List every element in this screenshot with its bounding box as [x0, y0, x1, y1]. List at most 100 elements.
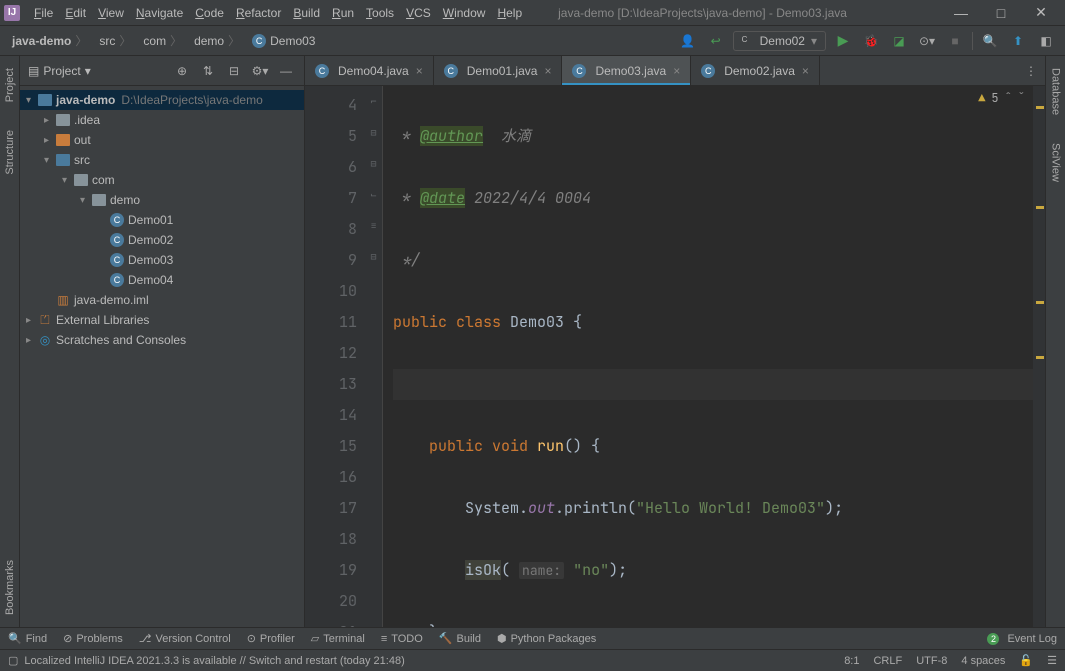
- project-panel: ▤ Project ▾ ⊕ ⇅ ⊟ ⚙▾ — ▾java-demoD:\Idea…: [20, 56, 305, 627]
- memory-icon[interactable]: ☰: [1047, 654, 1057, 667]
- marker-strip[interactable]: [1033, 86, 1045, 627]
- terminal-tool[interactable]: ▱ Terminal: [311, 632, 365, 645]
- tabs-menu-icon[interactable]: ⋮: [1017, 56, 1045, 85]
- vcs-tool[interactable]: ⎇ Version Control: [139, 632, 231, 645]
- inspection-status[interactable]: ▲ 5 ˆ ˇ: [978, 90, 1025, 106]
- tab-demo02-java[interactable]: CDemo02.java×: [691, 56, 820, 85]
- project-tree: ▾java-demoD:\IdeaProjects\java-demo ▸.id…: [20, 86, 304, 354]
- menu-edit[interactable]: Edit: [59, 3, 92, 23]
- tab-demo01-java[interactable]: CDemo01.java×: [434, 56, 563, 85]
- close-tab-icon[interactable]: ×: [802, 64, 809, 78]
- title-bar: IJ FileEditViewNavigateCodeRefactorBuild…: [0, 0, 1065, 26]
- project-tool-tab[interactable]: Project: [2, 64, 18, 106]
- search-button[interactable]: 🔍: [979, 30, 1001, 52]
- breadcrumb-com[interactable]: com〉: [139, 30, 190, 51]
- tree-demo04[interactable]: CDemo04: [20, 270, 304, 290]
- collapse-all-icon[interactable]: ⊟: [224, 61, 244, 81]
- ide-settings-icon[interactable]: ◧: [1035, 30, 1057, 52]
- tree-demo01[interactable]: CDemo01: [20, 210, 304, 230]
- status-message[interactable]: Localized IntelliJ IDEA 2021.3.3 is avai…: [24, 655, 404, 667]
- warning-icon: ▲: [978, 90, 985, 106]
- close-tab-icon[interactable]: ×: [673, 64, 680, 78]
- editor-tabs: CDemo04.java×CDemo01.java×CDemo03.java×C…: [305, 56, 1045, 86]
- hide-tool-windows-icon[interactable]: ▢: [8, 654, 18, 667]
- tree-external-libs[interactable]: ▸⏍External Libraries: [20, 310, 304, 330]
- code-editor[interactable]: 456789101112131415161718192021 ⌐⊟⊟⌙≡⊟ * …: [305, 86, 1045, 627]
- code-content[interactable]: * @author 水滴 * @date 2022/4/4 0004 */ pu…: [383, 86, 1033, 627]
- fold-gutter[interactable]: ⌐⊟⊟⌙≡⊟: [365, 86, 383, 627]
- right-tool-strip: Database SciView: [1045, 56, 1065, 627]
- menu-build[interactable]: Build: [287, 3, 326, 23]
- panel-settings-icon[interactable]: ⚙▾: [250, 61, 270, 81]
- select-opened-file-icon[interactable]: ⊕: [172, 61, 192, 81]
- hide-panel-icon[interactable]: —: [276, 61, 296, 81]
- database-tool-tab[interactable]: Database: [1048, 64, 1064, 119]
- tree-idea[interactable]: ▸.idea: [20, 110, 304, 130]
- back-icon[interactable]: ↩: [705, 30, 727, 52]
- tree-scratches[interactable]: ▸◎Scratches and Consoles: [20, 330, 304, 350]
- update-button[interactable]: ⬆: [1007, 30, 1029, 52]
- maximize-button[interactable]: □: [981, 0, 1021, 26]
- expand-all-icon[interactable]: ⇅: [198, 61, 218, 81]
- main-menu: FileEditViewNavigateCodeRefactorBuildRun…: [28, 3, 528, 23]
- menu-tools[interactable]: Tools: [360, 3, 400, 23]
- menu-navigate[interactable]: Navigate: [130, 3, 189, 23]
- profile-button[interactable]: ⊙▾: [916, 30, 938, 52]
- menu-code[interactable]: Code: [189, 3, 230, 23]
- tree-demo03[interactable]: CDemo03: [20, 250, 304, 270]
- line-number-gutter: 456789101112131415161718192021: [305, 86, 365, 627]
- file-encoding[interactable]: UTF-8: [916, 655, 947, 667]
- line-separator[interactable]: CRLF: [873, 655, 902, 667]
- debug-button[interactable]: 🐞: [860, 30, 882, 52]
- breadcrumb-project[interactable]: java-demo〉: [8, 30, 95, 51]
- tree-root[interactable]: ▾java-demoD:\IdeaProjects\java-demo: [20, 90, 304, 110]
- menu-view[interactable]: View: [92, 3, 130, 23]
- menu-run[interactable]: Run: [326, 3, 360, 23]
- close-tab-icon[interactable]: ×: [544, 64, 551, 78]
- minimize-button[interactable]: ―: [941, 0, 981, 26]
- find-tool[interactable]: 🔍 Find: [8, 632, 47, 645]
- left-tool-strip: Project Structure Bookmarks: [0, 56, 20, 627]
- menu-refactor[interactable]: Refactor: [230, 3, 287, 23]
- close-tab-icon[interactable]: ×: [416, 64, 423, 78]
- menu-file[interactable]: File: [28, 3, 59, 23]
- bookmarks-tool-tab[interactable]: Bookmarks: [2, 556, 18, 619]
- breadcrumb-demo[interactable]: demo〉: [190, 30, 248, 51]
- menu-window[interactable]: Window: [437, 3, 492, 23]
- menu-help[interactable]: Help: [491, 3, 528, 23]
- run-button[interactable]: ▶: [832, 30, 854, 52]
- breadcrumb-src[interactable]: src〉: [95, 30, 139, 51]
- tab-demo03-java[interactable]: CDemo03.java×: [562, 56, 691, 85]
- indent-setting[interactable]: 4 spaces: [961, 655, 1005, 667]
- python-packages-tool[interactable]: ⬢ Python Packages: [497, 632, 596, 645]
- sciview-tool-tab[interactable]: SciView: [1048, 139, 1064, 186]
- coverage-button[interactable]: ◪: [888, 30, 910, 52]
- todo-tool[interactable]: ≡ TODO: [381, 633, 423, 645]
- add-user-icon[interactable]: 👤: [677, 30, 699, 52]
- tab-demo04-java[interactable]: CDemo04.java×: [305, 56, 434, 85]
- tree-src[interactable]: ▾src: [20, 150, 304, 170]
- navigation-bar: java-demo〉 src〉 com〉 demo〉 CDemo03 👤 ↩ C…: [0, 26, 1065, 56]
- status-bar: ▢ Localized IntelliJ IDEA 2021.3.3 is av…: [0, 649, 1065, 671]
- menu-vcs[interactable]: VCS: [400, 3, 437, 23]
- breadcrumb-class[interactable]: CDemo03: [248, 32, 319, 50]
- editor-area: CDemo04.java×CDemo01.java×CDemo03.java×C…: [305, 56, 1045, 627]
- tree-demo02[interactable]: CDemo02: [20, 230, 304, 250]
- project-panel-title[interactable]: ▤ Project ▾: [28, 64, 166, 78]
- intellij-logo-icon: IJ: [4, 5, 20, 21]
- run-configuration-dropdown[interactable]: C Demo02 ▾: [733, 31, 826, 51]
- event-log-tool[interactable]: 2Event Log: [987, 633, 1057, 645]
- tree-iml[interactable]: ▥java-demo.iml: [20, 290, 304, 310]
- structure-tool-tab[interactable]: Structure: [2, 126, 18, 179]
- readonly-lock-icon[interactable]: 🔓: [1019, 654, 1033, 667]
- caret-position[interactable]: 8:1: [844, 655, 859, 667]
- close-button[interactable]: ✕: [1021, 0, 1061, 26]
- tree-out[interactable]: ▸out: [20, 130, 304, 150]
- window-title: java-demo [D:\IdeaProjects\java-demo] - …: [528, 6, 941, 20]
- problems-tool[interactable]: ⊘ Problems: [63, 632, 123, 645]
- stop-button[interactable]: ■: [944, 30, 966, 52]
- profiler-tool[interactable]: ⊙ Profiler: [247, 632, 295, 645]
- build-tool[interactable]: 🔨 Build: [439, 632, 481, 645]
- tree-demo[interactable]: ▾demo: [20, 190, 304, 210]
- tree-com[interactable]: ▾com: [20, 170, 304, 190]
